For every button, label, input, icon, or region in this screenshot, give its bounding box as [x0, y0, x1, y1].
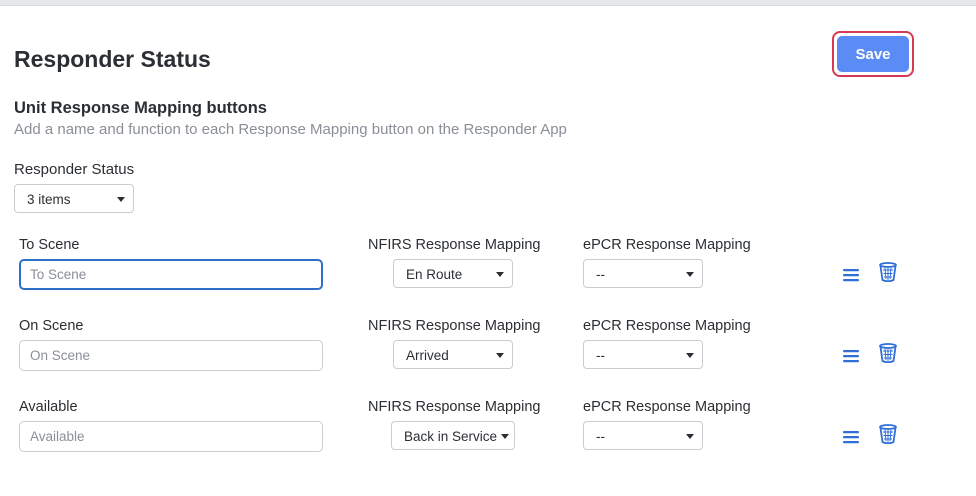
mapping-row: Available NFIRS Response Mapping Back in…	[0, 399, 976, 459]
responder-status-label: Responder Status	[14, 161, 135, 178]
epcr-mapping-label: ePCR Response Mapping	[583, 318, 751, 334]
caret-down-icon	[117, 197, 125, 202]
nfirs-mapping-label: NFIRS Response Mapping	[368, 237, 541, 253]
epcr-mapping-value: --	[596, 429, 605, 444]
caret-down-icon	[686, 434, 694, 439]
trash-icon[interactable]	[879, 343, 897, 363]
button-name-input[interactable]	[19, 340, 323, 371]
trash-icon[interactable]	[879, 424, 897, 444]
drag-handle-icon[interactable]	[842, 349, 860, 363]
epcr-mapping-select[interactable]: --	[583, 340, 703, 369]
responder-status-select-value: 3 items	[27, 192, 71, 207]
epcr-mapping-label: ePCR Response Mapping	[583, 399, 751, 415]
nfirs-mapping-value: En Route	[406, 267, 463, 282]
save-button-focus-ring: Save	[832, 31, 914, 77]
epcr-mapping-label: ePCR Response Mapping	[583, 237, 751, 253]
caret-down-icon	[686, 353, 694, 358]
nfirs-mapping-label: NFIRS Response Mapping	[368, 399, 541, 415]
button-name-label: To Scene	[19, 237, 80, 253]
nfirs-mapping-select[interactable]: En Route	[393, 259, 513, 288]
section-subtitle: Add a name and function to each Response…	[14, 121, 567, 138]
epcr-mapping-select[interactable]: --	[583, 421, 703, 450]
button-name-label: Available	[19, 399, 78, 415]
caret-down-icon	[496, 272, 504, 277]
button-name-label: On Scene	[19, 318, 84, 334]
nfirs-mapping-select[interactable]: Back in Service	[391, 421, 515, 450]
caret-down-icon	[686, 272, 694, 277]
nfirs-mapping-label: NFIRS Response Mapping	[368, 318, 541, 334]
responder-status-select[interactable]: 3 items	[14, 184, 134, 213]
epcr-mapping-value: --	[596, 267, 605, 282]
caret-down-icon	[496, 353, 504, 358]
nfirs-mapping-value: Back in Service	[404, 429, 498, 444]
section-title: Unit Response Mapping buttons	[14, 99, 267, 117]
page-title: Responder Status	[14, 46, 211, 72]
epcr-mapping-select[interactable]: --	[583, 259, 703, 288]
drag-handle-icon[interactable]	[842, 268, 860, 282]
top-bar	[0, 0, 976, 6]
caret-down-icon	[501, 434, 509, 439]
button-name-input[interactable]	[19, 421, 323, 452]
epcr-mapping-value: --	[596, 348, 605, 363]
nfirs-mapping-select[interactable]: Arrived	[393, 340, 513, 369]
drag-handle-icon[interactable]	[842, 430, 860, 444]
save-button[interactable]: Save	[837, 36, 909, 72]
nfirs-mapping-value: Arrived	[406, 348, 449, 363]
button-name-input[interactable]	[19, 259, 323, 290]
trash-icon[interactable]	[879, 262, 897, 282]
mapping-row: On Scene NFIRS Response Mapping Arrived …	[0, 318, 976, 378]
mapping-row: To Scene NFIRS Response Mapping En Route…	[0, 237, 976, 297]
